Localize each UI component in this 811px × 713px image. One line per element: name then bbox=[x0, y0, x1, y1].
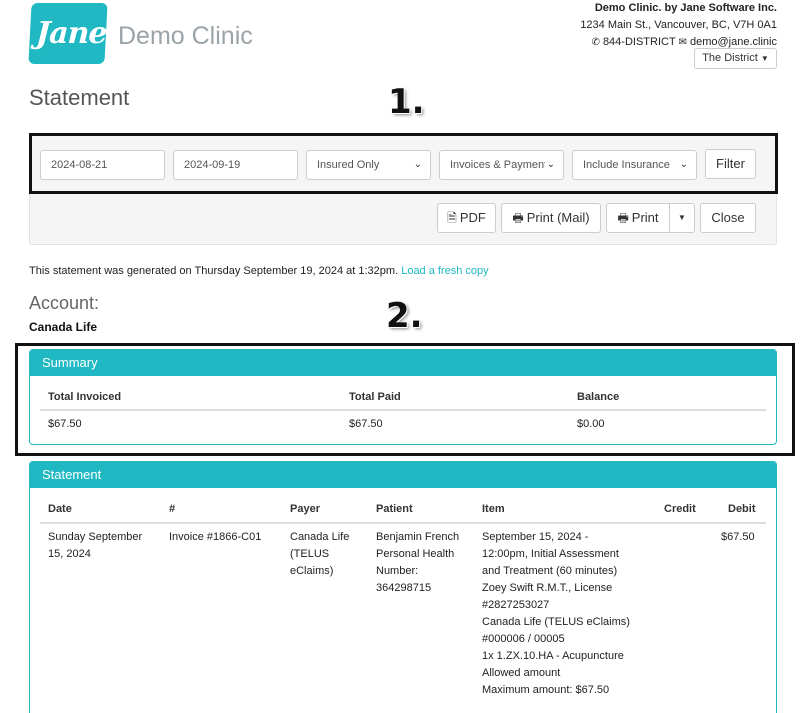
row-item-line: and Treatment (60 minutes) bbox=[482, 565, 618, 577]
start-date-input[interactable]: 2024-08-21 bbox=[40, 150, 165, 180]
generated-notice: This statement was generated on Thursday… bbox=[29, 265, 489, 277]
row-date-line: Sunday September bbox=[48, 531, 143, 543]
clinic-phone: 844-DISTRICT bbox=[602, 36, 676, 48]
row-item-line: 1x 1.ZX.10.HA - Acupuncture bbox=[482, 650, 624, 662]
load-fresh-copy-link[interactable]: Load a fresh copy bbox=[401, 265, 488, 277]
row-item-line: 12:00pm, Initial Assessment bbox=[482, 548, 619, 560]
print-mail-label: Print (Mail) bbox=[526, 210, 590, 225]
insured-select-value: Insured Only bbox=[317, 159, 380, 171]
row-item-line: #000006 / 00005 bbox=[482, 633, 565, 645]
page-title: Statement bbox=[29, 85, 130, 110]
row-item: September 15, 2024 - 12:00pm, Initial As… bbox=[482, 529, 630, 699]
column-header-patient: Patient bbox=[376, 503, 413, 515]
row-item-line: #2827253027 bbox=[482, 599, 550, 611]
highlight-box-2 bbox=[15, 343, 795, 456]
print-icon: 🖶 bbox=[617, 211, 629, 225]
filter-button[interactable]: Filter bbox=[705, 149, 756, 179]
column-header-item: Item bbox=[482, 503, 505, 515]
phone-icon: ✆ bbox=[591, 37, 600, 48]
clinic-address: 1234 Main St., Vancouver, BC, V7H 0A1 bbox=[580, 19, 777, 31]
column-header-payer: Payer bbox=[290, 503, 320, 515]
annotation-2: 2. bbox=[386, 296, 423, 336]
row-patient-line: Number: bbox=[376, 565, 419, 577]
print-label: Print bbox=[631, 210, 659, 225]
column-header-date: Date bbox=[48, 503, 72, 515]
summary-header-total-paid: Total Paid bbox=[349, 391, 401, 403]
file-icon: 🗎 bbox=[447, 211, 457, 225]
close-button[interactable]: Close bbox=[700, 203, 756, 233]
row-payer-line: eClaims) bbox=[290, 565, 334, 577]
account-label: Account: bbox=[29, 293, 100, 313]
pdf-label: PDF bbox=[459, 210, 486, 225]
row-patient-line: Benjamin French bbox=[376, 531, 460, 543]
row-date-line: 15, 2024 bbox=[48, 548, 91, 560]
chevron-down-icon: ⌄ bbox=[544, 151, 555, 179]
row-debit: $67.50 bbox=[721, 531, 755, 543]
annotation-1: 1. bbox=[388, 82, 425, 122]
caret-down-icon: ▼ bbox=[760, 54, 769, 63]
insurance-select[interactable]: Include Insurance ⌄ bbox=[572, 150, 697, 180]
row-payer-line: Canada Life bbox=[290, 531, 350, 543]
row-payer-line: (TELUS bbox=[290, 548, 330, 560]
location-label: The District bbox=[702, 52, 758, 64]
row-item-line: Zoey Swift R.M.T., License bbox=[482, 582, 613, 594]
summary-header-total-invoiced: Total Invoiced bbox=[48, 391, 122, 403]
column-header-debit: Debit bbox=[728, 503, 756, 515]
summary-balance: $0.00 bbox=[577, 418, 605, 430]
row-date: Sunday September 15, 2024 bbox=[48, 529, 142, 563]
clinic-email[interactable]: demo@jane.clinic bbox=[690, 36, 777, 48]
summary-total-invoiced: $67.50 bbox=[48, 418, 82, 430]
row-patient: Benjamin French Personal Health Number: … bbox=[376, 529, 459, 597]
print-button[interactable]: 🖶 Print bbox=[606, 203, 670, 233]
row-item-line: September 15, 2024 - bbox=[482, 531, 589, 543]
account-name: Canada Life bbox=[29, 320, 98, 334]
generated-text: This statement was generated on Thursday… bbox=[29, 265, 399, 277]
row-patient-line: 364298715 bbox=[376, 582, 432, 594]
end-date-input[interactable]: 2024-09-19 bbox=[173, 150, 298, 180]
clinic-contact-block: Demo Clinic. by Jane Software Inc. 1234 … bbox=[580, 0, 777, 51]
row-item-line: Maximum amount: $67.50 bbox=[482, 684, 610, 696]
jane-logo: Jane bbox=[28, 3, 108, 64]
clinic-name: Demo Clinic bbox=[118, 22, 253, 50]
print-options-dropdown[interactable]: ▼ bbox=[669, 203, 695, 233]
envelope-icon: ✉ bbox=[678, 37, 687, 48]
summary-header-balance: Balance bbox=[577, 391, 620, 403]
column-header-number: # bbox=[169, 503, 176, 515]
row-invoice-number[interactable]: Invoice #1866-C01 bbox=[169, 529, 261, 546]
pdf-button[interactable]: 🗎 PDF bbox=[437, 203, 496, 233]
column-header-credit: Credit bbox=[664, 503, 696, 515]
statement-divider bbox=[40, 522, 766, 524]
logo-text: Jane bbox=[35, 16, 108, 51]
row-item-line: Canada Life (TELUS eClaims) bbox=[482, 616, 630, 628]
type-select[interactable]: Invoices & Payments ⌄ bbox=[439, 150, 564, 180]
company-name: Demo Clinic. by Jane Software Inc. bbox=[594, 2, 777, 14]
print-mail-button[interactable]: 🖶 Print (Mail) bbox=[501, 203, 601, 233]
location-dropdown[interactable]: The District ▼ bbox=[694, 48, 777, 69]
chevron-down-icon: ⌄ bbox=[677, 151, 688, 179]
row-patient-line: Personal Health bbox=[376, 548, 455, 560]
insured-select[interactable]: Insured Only ⌄ bbox=[306, 150, 431, 180]
caret-down-icon: ▼ bbox=[678, 213, 686, 222]
type-select-value: Invoices & Payments bbox=[450, 159, 553, 171]
row-payer: Canada Life (TELUS eClaims) bbox=[290, 529, 349, 580]
statement-title: Statement bbox=[30, 462, 776, 488]
summary-divider bbox=[40, 409, 766, 411]
row-item-line: Allowed amount bbox=[482, 667, 561, 679]
insurance-select-value: Include Insurance bbox=[583, 159, 670, 171]
print-icon: 🖶 bbox=[512, 211, 524, 225]
chevron-down-icon: ⌄ bbox=[413, 159, 422, 170]
summary-total-paid: $67.50 bbox=[349, 418, 383, 430]
